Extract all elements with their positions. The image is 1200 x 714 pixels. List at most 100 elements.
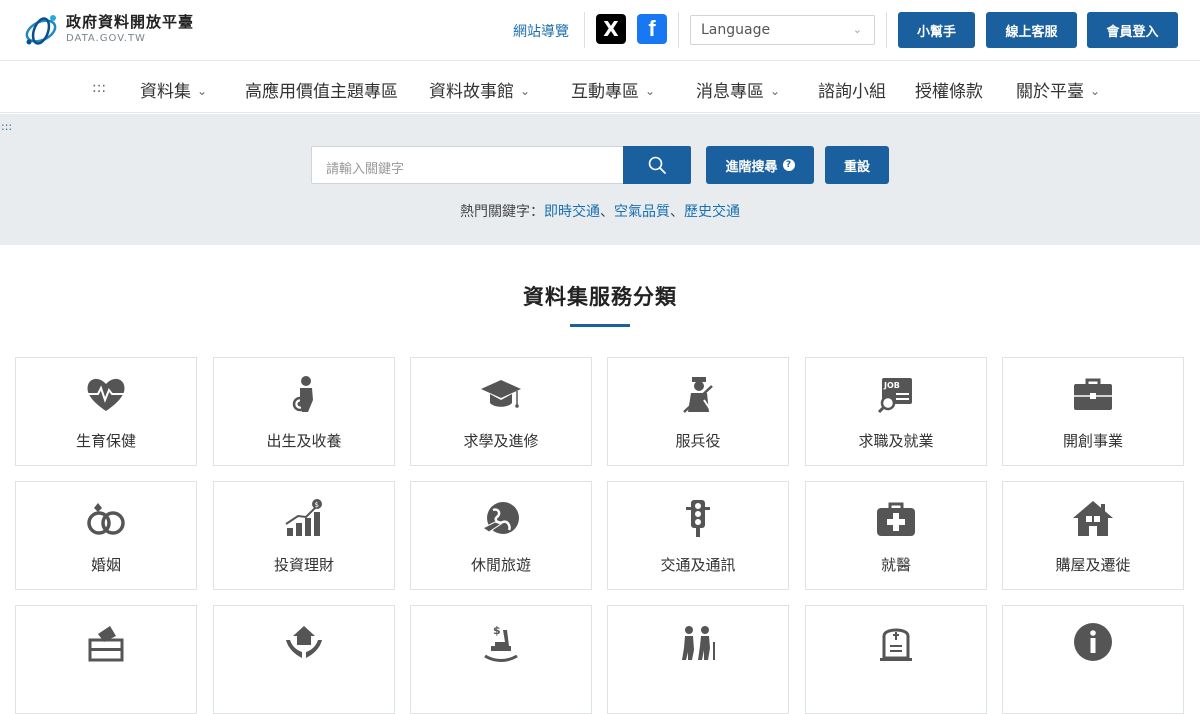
nav-item-advisory[interactable]: 諮詢小組 [818, 77, 886, 102]
search-input[interactable]: 請輸入關鍵字 [311, 146, 624, 184]
reset-button[interactable]: 重設 [825, 146, 889, 184]
growth-chart-icon: $ [285, 499, 322, 536]
category-card[interactable]: 婚姻 [15, 481, 197, 590]
divider [584, 12, 585, 48]
nav-item-high-value[interactable]: 高應用價值主題專區 [245, 77, 398, 102]
elderly-icon [682, 626, 715, 660]
svg-text:$: $ [493, 624, 501, 637]
category-card[interactable]: 求學及進修 [410, 357, 592, 466]
category-card[interactable]: 服兵役 [607, 357, 789, 466]
hot-keyword-link[interactable]: 空氣品質 [614, 204, 670, 220]
baby-care-icon [292, 376, 313, 412]
facebook-icon[interactable]: f [637, 14, 667, 44]
keyword-separator: 、 [670, 204, 684, 220]
nav-item-interactive[interactable]: 互動專區 ⌄ [571, 77, 655, 102]
keyword-separator: 、 [600, 204, 614, 220]
category-label: 求學及進修 [463, 432, 539, 450]
sitemap-link[interactable]: 網站導覽 [513, 21, 569, 41]
category-card[interactable]: 生育保健 [15, 357, 197, 466]
search-icon [648, 156, 666, 174]
category-card[interactable]: $ [410, 605, 592, 714]
category-label: 出生及收養 [266, 432, 342, 450]
category-label: 服兵役 [675, 432, 721, 450]
help-icon: ? [782, 159, 795, 171]
advanced-search-button[interactable]: 進階搜尋 ? [706, 146, 814, 184]
divider [678, 12, 679, 48]
title-underline [570, 324, 630, 327]
helper-button[interactable]: 小幫手 [898, 12, 975, 48]
category-card[interactable]: 購屋及遷徙 [1002, 481, 1184, 590]
graduation-cap-icon [481, 380, 521, 408]
member-login-button[interactable]: 會員登入 [1087, 12, 1178, 48]
chevron-down-icon: ⌄ [1090, 84, 1101, 98]
category-card[interactable]: 交通及通訊 [607, 481, 789, 590]
logo-subtitle: DATA.GOV.TW [66, 32, 146, 44]
category-card[interactable] [15, 605, 197, 714]
tombstone-icon [880, 628, 912, 661]
nav-item-license[interactable]: 授權條款 [915, 77, 983, 102]
section-title: 資料集服務分類 [523, 285, 677, 309]
chevron-down-icon: ⌄ [197, 84, 208, 98]
language-select[interactable]: Language ⌄ [690, 15, 875, 45]
nav-label: 互動專區 [571, 82, 639, 102]
nav-label: 關於平臺 [1016, 82, 1084, 102]
medical-kit-icon [877, 502, 915, 536]
hot-keyword-link[interactable]: 歷史交通 [684, 204, 740, 220]
globe-plane-icon [482, 502, 519, 534]
category-card[interactable] [805, 605, 987, 714]
category-label: 購屋及遷徙 [1055, 556, 1131, 574]
search-band: ::: 請輸入關鍵字 進階搜尋 ? 重設 熱門關鍵字：即時交通、空氣品質、歷史交… [0, 114, 1200, 245]
chevron-down-icon: ⌄ [770, 84, 781, 98]
top-header: 政府資料開放平臺 DATA.GOV.TW 網站導覽 X f Language ⌄… [0, 0, 1200, 61]
svg-text:$: $ [315, 501, 319, 509]
online-service-button[interactable]: 線上客服 [986, 12, 1077, 48]
category-card[interactable] [213, 605, 395, 714]
search-button[interactable] [623, 146, 691, 184]
nav-label: 資料集 [140, 82, 191, 102]
main-nav: ::: 資料集 ⌄ 高應用價值主題專區 資料故事館 ⌄ 互動專區 ⌄ 消息專區 ⌄ 諮詢… [0, 61, 1200, 113]
nav-item-about[interactable]: 關於平臺 ⌄ [1016, 77, 1100, 102]
house-icon [1073, 501, 1113, 536]
category-label: 休閒旅遊 [470, 556, 531, 574]
nav-item-news[interactable]: 消息專區 ⌄ [696, 77, 780, 102]
soldier-icon [683, 377, 713, 413]
category-card[interactable]: 就醫 [805, 481, 987, 590]
logo-icon [25, 15, 57, 45]
logo-title: 政府資料開放平臺 [66, 12, 195, 31]
category-card[interactable]: 出生及收養 [213, 357, 395, 466]
category-label: 投資理財 [273, 556, 334, 574]
category-card[interactable]: 開創事業 [1002, 357, 1184, 466]
nav-item-data-stories[interactable]: 資料故事館 ⌄ [429, 77, 530, 102]
category-label: 求職及就業 [858, 432, 934, 450]
category-card[interactable]: $ 投資理財 [213, 481, 395, 590]
category-label: 開創事業 [1062, 432, 1123, 450]
nav-label: 諮詢小組 [818, 82, 886, 102]
accesskey-anchor[interactable]: ::: [1, 120, 12, 133]
rings-icon [87, 503, 125, 535]
divider [886, 12, 887, 48]
chevron-down-icon: ⌄ [645, 84, 656, 98]
nav-item-datasets[interactable]: 資料集 ⌄ [140, 77, 207, 102]
category-card[interactable]: 休閒旅遊 [410, 481, 592, 590]
category-label: 交通及通訊 [660, 556, 736, 574]
category-label: 婚姻 [90, 556, 121, 574]
job-search-icon: JOB [877, 378, 912, 414]
category-card[interactable]: JOB 求職及就業 [805, 357, 987, 466]
x-twitter-icon[interactable]: X [596, 14, 626, 44]
hot-keywords: 熱門關鍵字：即時交通、空氣品質、歷史交通 [0, 201, 1200, 221]
nav-label: 消息專區 [696, 82, 764, 102]
category-card[interactable] [1002, 605, 1184, 714]
nav-accesskey[interactable]: ::: [92, 80, 106, 96]
nav-label: 高應用價值主題專區 [245, 82, 398, 102]
info-icon [1074, 623, 1112, 661]
category-label: 生育保健 [75, 432, 136, 450]
ballot-box-icon [88, 626, 124, 662]
nav-label: 授權條款 [915, 82, 983, 102]
site-logo[interactable]: 政府資料開放平臺 DATA.GOV.TW [22, 11, 194, 47]
language-select-value: Language [701, 22, 771, 38]
hands-house-icon [286, 626, 322, 658]
category-card[interactable] [607, 605, 789, 714]
advanced-search-label: 進階搜尋 [725, 159, 778, 175]
chevron-down-icon: ⌄ [852, 23, 862, 36]
hot-keyword-link[interactable]: 即時交通 [544, 204, 600, 220]
